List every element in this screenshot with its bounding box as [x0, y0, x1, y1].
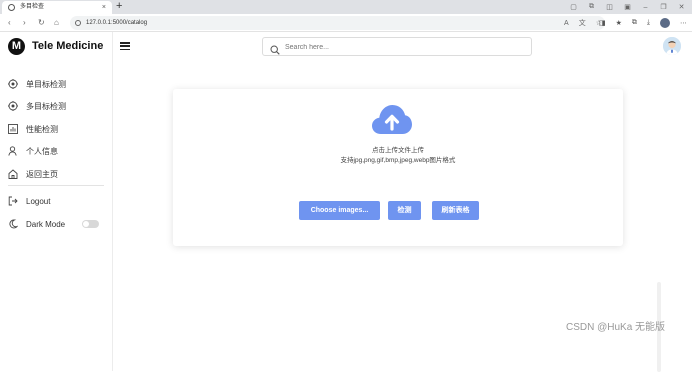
downloads-icon[interactable]: ⤓ — [647, 19, 650, 27]
browser-tab-bar: 多目检查 × + ▢ ⧉ ◫ ▣ – ❐ ✕ — [0, 0, 692, 14]
sidebar-item-label: 个人信息 — [26, 146, 58, 156]
moon-icon — [8, 219, 18, 229]
more-menu-icon[interactable]: ⋯ — [680, 19, 687, 27]
sidebar: M Tele Medicine 单目标检测 多目标检测 性能检测 个人信息 返回… — [0, 32, 113, 371]
sidebar-item-label: 单目标检测 — [26, 79, 66, 89]
site-info-icon[interactable] — [75, 20, 81, 26]
forward-icon[interactable]: › — [23, 17, 26, 29]
sidebar-item-performance[interactable]: 性能检测 — [8, 121, 108, 137]
upload-hint: 点击上传文件上传 — [372, 147, 424, 154]
refresh-icon[interactable]: ↻ — [38, 17, 45, 29]
collections-icon[interactable]: ◫ — [605, 3, 614, 11]
brand-name: Tele Medicine — [32, 40, 104, 52]
target-icon — [8, 101, 18, 111]
logout-button[interactable]: Logout — [8, 193, 108, 209]
sidebar-item-label: 多目标检测 — [26, 101, 66, 111]
window-controls: ▢ ⧉ ◫ ▣ – ❐ ✕ — [569, 0, 686, 14]
profile-avatar[interactable] — [660, 18, 670, 28]
bar-chart-icon — [8, 124, 18, 134]
watermark: CSDN @HuKa 无能版 — [566, 322, 666, 333]
dark-mode-label: Dark Mode — [26, 219, 66, 229]
favorites-icon[interactable]: ★ — [616, 19, 622, 27]
new-tab-button[interactable]: + — [116, 0, 122, 13]
menu-toggle-icon[interactable] — [120, 42, 130, 51]
url-text: 127.0.0.1:5000/catalog — [86, 20, 148, 26]
search-input[interactable] — [285, 41, 525, 53]
close-tab-icon[interactable]: × — [102, 1, 106, 14]
upload-card[interactable]: 点击上传文件上传 支持jpg,png,gif,bmp,jpeg,webp图片格式… — [173, 89, 623, 246]
extensions-icon[interactable]: ⧉ — [587, 3, 596, 11]
refresh-table-button[interactable]: 刷新表格 — [432, 201, 479, 220]
sidebar-item-profile[interactable]: 个人信息 — [8, 143, 108, 159]
user-icon — [8, 146, 18, 156]
brand-logo: M — [8, 37, 25, 55]
browser-tab[interactable]: 多目检查 × — [2, 1, 112, 14]
url-field[interactable]: 127.0.0.1:5000/catalog — [70, 16, 605, 30]
detect-button[interactable]: 检测 — [388, 201, 421, 220]
logout-icon — [8, 196, 18, 206]
dark-mode-row: Dark Mode — [8, 216, 108, 232]
user-avatar[interactable] — [663, 37, 681, 55]
target-icon — [8, 79, 18, 89]
tab-actions-icon[interactable]: ▣ — [623, 3, 632, 11]
collections-toolbar-icon[interactable]: ⧉ — [632, 19, 637, 27]
choose-images-button[interactable]: Choose images... — [299, 201, 380, 220]
browser-toolbar: ◨ ★ ⧉ ⤓ ⋯ — [599, 16, 687, 30]
translate-icon[interactable]: 文 — [579, 18, 586, 28]
search-box — [262, 37, 532, 56]
browser-address-bar: ‹ › ↻ ⌂ 127.0.0.1:5000/catalog A 文 ☆ ◨ ★… — [0, 14, 692, 32]
brand[interactable]: M Tele Medicine — [8, 37, 103, 55]
sidebar-item-home[interactable]: 返回主页 — [8, 166, 108, 182]
minimize-icon[interactable]: – — [641, 4, 650, 11]
logout-label: Logout — [26, 196, 51, 206]
home-icon — [8, 169, 18, 179]
sidebar-item-label: 性能检测 — [26, 124, 58, 134]
cloud-upload-icon[interactable] — [371, 103, 413, 140]
tab-favicon-icon — [8, 4, 15, 11]
close-window-icon[interactable]: ✕ — [677, 3, 686, 11]
tab-title: 多目检查 — [20, 4, 45, 10]
maximize-icon[interactable]: ❐ — [659, 3, 668, 11]
sidebar-item-label: 返回主页 — [26, 169, 58, 179]
home-icon[interactable]: ⌂ — [54, 17, 59, 29]
sidebar-divider — [8, 185, 104, 186]
sidebar-item-single-target[interactable]: 单目标检测 — [8, 76, 108, 92]
url-actions: A 文 ☆ — [564, 16, 602, 30]
sidebar-toggle-icon[interactable]: ▢ — [569, 3, 578, 11]
back-icon[interactable]: ‹ — [8, 17, 11, 29]
split-screen-icon[interactable]: ◨ — [599, 19, 606, 27]
sidebar-item-multi-target[interactable]: 多目标检测 — [8, 98, 108, 114]
search-icon — [270, 42, 280, 60]
upload-instructions: 点击上传文件上传 支持jpg,png,gif,bmp,jpeg,webp图片格式 — [173, 146, 623, 166]
dark-mode-toggle[interactable] — [82, 220, 99, 228]
read-aloud-icon[interactable]: A — [564, 20, 569, 27]
upload-formats: 支持jpg,png,gif,bmp,jpeg,webp图片格式 — [340, 157, 456, 164]
